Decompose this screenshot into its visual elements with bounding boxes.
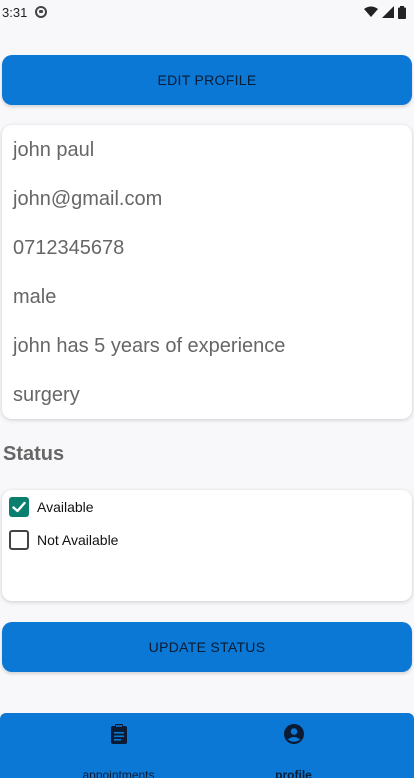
status-bar: 3:31 [0,0,414,24]
bottom-navigation: appointments profile [0,713,414,778]
battery-icon [398,5,406,19]
available-option[interactable]: Available [9,497,94,517]
status-card: Available Not Available [2,490,412,601]
nav-label-appointments: appointments [82,768,155,778]
profile-email: john@gmail.com [13,188,163,210]
clipboard-icon [110,724,127,744]
signal-icon [382,6,394,18]
profile-phone: 0712345678 [13,237,125,259]
not-available-option[interactable]: Not Available [9,530,118,550]
profile-gender: male [13,286,57,308]
not-available-label: Not Available [37,532,119,548]
nav-item-profile[interactable]: profile [190,713,397,778]
profile-experience: john has 5 years of experience [13,335,286,357]
status-right-icons [364,5,406,19]
status-time: 3:31 [2,4,28,20]
nav-label-profile: profile [275,768,312,778]
update-status-button[interactable]: UPDATE STATUS [2,622,412,672]
status-title: Status [3,443,65,465]
notification-icon [35,6,48,18]
profile-specialty: surgery [13,384,80,406]
checkbox-unchecked-icon[interactable] [9,530,29,550]
account-circle-icon [283,724,304,744]
wifi-icon [364,6,378,17]
profile-card: john paul john@gmail.com 0712345678 male… [2,125,412,419]
edit-profile-button[interactable]: EDIT PROFILE [2,55,412,105]
checkbox-checked-icon[interactable] [9,497,29,517]
profile-name: john paul [13,139,95,161]
available-label: Available [37,499,94,515]
